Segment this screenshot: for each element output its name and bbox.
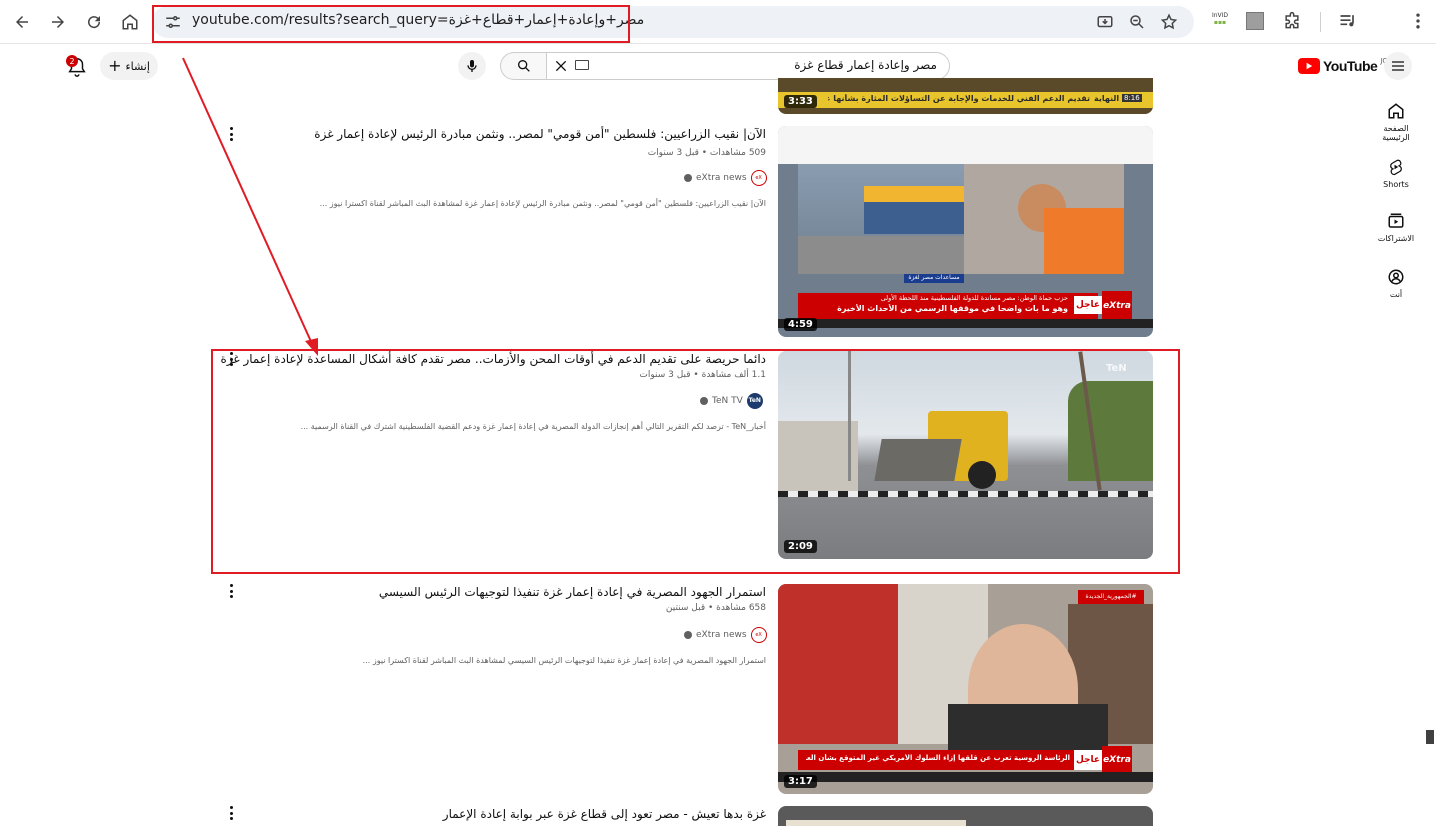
extra-news-logo: eXtra <box>1102 746 1132 774</box>
action-menu-icon[interactable] <box>226 806 236 820</box>
video-duration: 3:17 <box>784 775 817 788</box>
video-title[interactable]: غزة بدها تعيش - مصر تعود إلى قطاع غزة عب… <box>443 807 766 821</box>
thumb-badge: #الجمهورية_الجديدة <box>1078 590 1144 604</box>
verified-icon <box>684 631 692 639</box>
action-menu-icon[interactable] <box>226 584 236 598</box>
video-title[interactable]: استمرار الجهود المصرية في إعادة إعمار غز… <box>379 585 766 599</box>
channel-link[interactable]: eXtra news eX <box>684 627 767 643</box>
scrollbar-thumb[interactable] <box>1426 730 1434 744</box>
channel-name: eXtra news <box>696 630 747 640</box>
channel-avatar[interactable]: eX <box>750 627 767 643</box>
video-thumbnail[interactable] <box>778 806 1153 826</box>
video-description: استمرار الجهود المصرية في إعادة إعمار غز… <box>362 656 766 665</box>
video-thumbnail[interactable]: #الجمهورية_الجديدة الرئاسة الروسية تعرب … <box>778 584 1153 794</box>
video-meta: 658 مشاهدة • قبل سنتين <box>665 603 766 613</box>
annotation-arrow <box>182 57 318 356</box>
thumb-caption-1: الرئاسة الروسية تعرب عن قلقها إزاء السلو… <box>806 754 1070 762</box>
thumb-urgent-tag: عاجل <box>1074 750 1102 770</box>
